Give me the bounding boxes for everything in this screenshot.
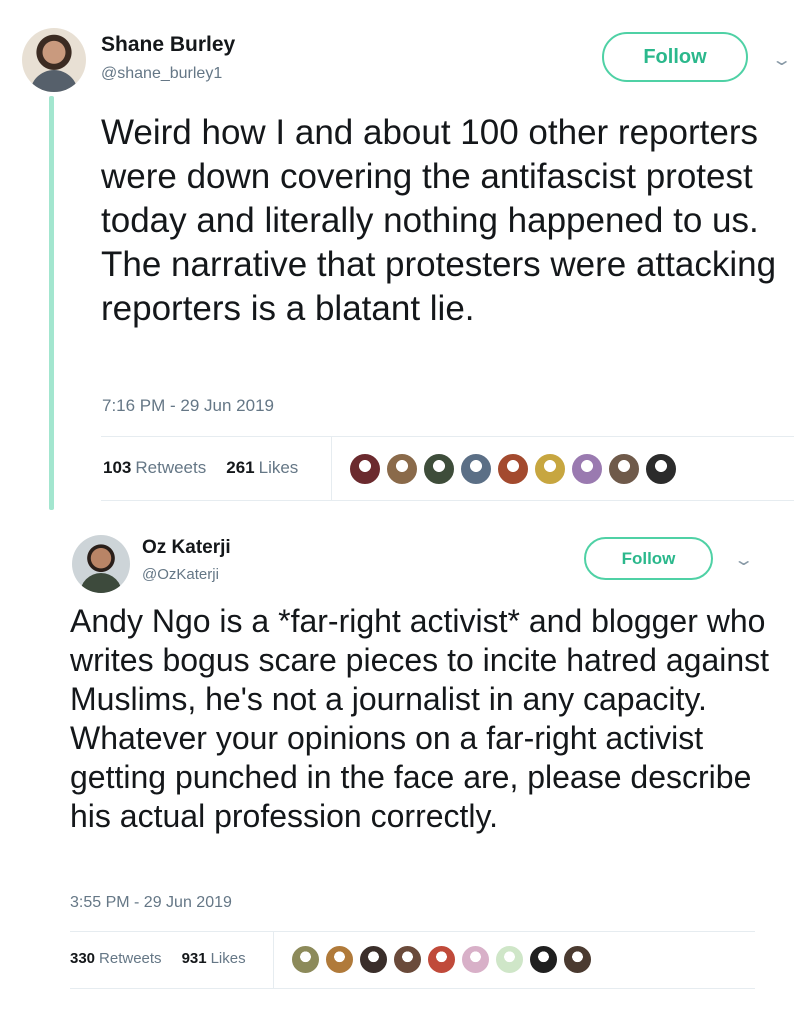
liker-avatar[interactable] [324,944,355,975]
avatar[interactable] [72,535,130,593]
liker-avatar[interactable] [562,944,593,975]
liker-avatar[interactable] [426,944,457,975]
liker-avatar[interactable] [290,944,321,975]
liker-avatar[interactable] [496,452,530,486]
avatar[interactable] [22,28,86,92]
liker-avatars [290,944,596,975]
chevron-down-icon[interactable]: ⌄ [771,50,792,70]
retweets-label[interactable]: Retweets [99,950,162,967]
timestamp[interactable]: 3:55 PM - 29 Jun 2019 [70,894,232,912]
liker-avatars [348,452,681,486]
likes-count[interactable]: 261 [226,458,254,478]
divider [70,988,755,989]
tweet-shane-burley: Shane Burley @shane_burley1 Follow ⌄ Wei… [0,0,806,510]
liker-avatar[interactable] [392,944,423,975]
divider [101,436,794,437]
retweets-count[interactable]: 330 [70,950,95,967]
liker-avatar[interactable] [459,452,493,486]
liker-avatar[interactable] [528,944,559,975]
divider [70,931,755,932]
liker-avatar[interactable] [533,452,567,486]
tweet-text: Andy Ngo is a *far-right activist* and b… [70,603,770,834]
chevron-down-icon[interactable]: ⌄ [733,550,754,570]
liker-avatar[interactable] [570,452,604,486]
engagement-stats: 103 Retweets 261 Likes [103,458,298,478]
liker-avatar[interactable] [358,944,389,975]
liker-avatar[interactable] [607,452,641,486]
tweet-text: Weird how I and about 100 other reporter… [101,113,777,328]
thread-connector-line [49,96,54,510]
author-handle[interactable]: @shane_burley1 [101,65,222,83]
liker-avatar[interactable] [460,944,491,975]
author-name[interactable]: Shane Burley [101,33,235,57]
stats-separator [331,437,332,500]
liker-avatar[interactable] [494,944,525,975]
author-handle[interactable]: @OzKaterji [142,566,219,583]
liker-avatar[interactable] [348,452,382,486]
engagement-stats: 330 Retweets 931 Likes [70,950,246,967]
retweets-label[interactable]: Retweets [135,458,206,478]
timestamp[interactable]: 7:16 PM - 29 Jun 2019 [102,396,274,416]
liker-avatar[interactable] [644,452,678,486]
likes-label[interactable]: Likes [259,458,299,478]
tweet-oz-katerji: Oz Katerji @OzKaterji Follow ⌄ Andy Ngo … [0,510,806,1024]
divider [101,500,794,501]
liker-avatar[interactable] [385,452,419,486]
likes-count[interactable]: 931 [182,950,207,967]
stats-separator [273,932,274,988]
liker-avatar[interactable] [422,452,456,486]
follow-button[interactable]: Follow [602,32,748,82]
likes-label[interactable]: Likes [211,950,246,967]
author-name[interactable]: Oz Katerji [142,537,231,559]
follow-button[interactable]: Follow [584,537,713,580]
retweets-count[interactable]: 103 [103,458,131,478]
